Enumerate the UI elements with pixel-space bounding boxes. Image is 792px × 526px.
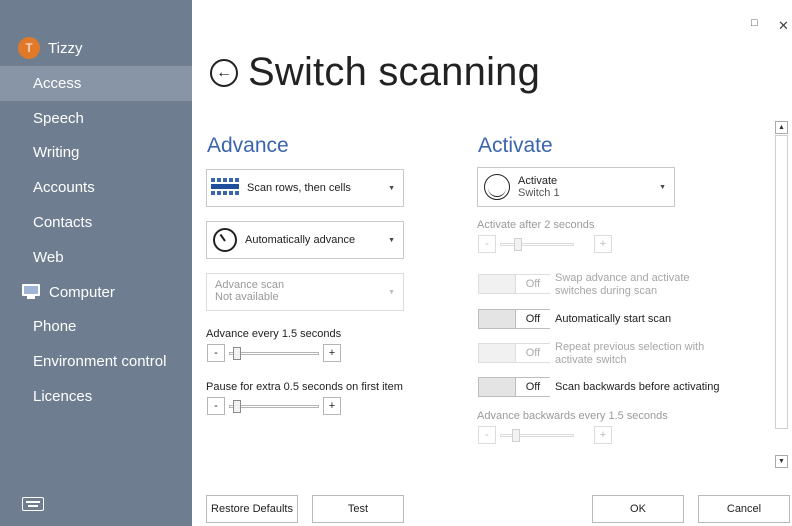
chevron-down-icon: ▼ (388, 237, 395, 244)
sidebar-item-speech[interactable]: Speech (0, 101, 192, 136)
decrease-button[interactable]: - (207, 344, 225, 362)
sidebar-item-licences[interactable]: Licences (0, 379, 192, 414)
sidebar-item-label: Phone (33, 318, 77, 336)
swap-switches-toggle: Off (478, 274, 550, 294)
slider-thumb[interactable] (233, 347, 241, 360)
back-arrow-icon[interactable]: ← (210, 58, 238, 87)
repeat-selection-toggle: Off (478, 343, 550, 363)
page-title: Switch scanning (248, 50, 541, 94)
scan-backwards-toggle[interactable]: Off (478, 377, 550, 397)
sidebar-item-environment-control[interactable]: Environment control (0, 344, 192, 379)
activate-after-slider: - + (478, 235, 612, 253)
chevron-down-icon: ▼ (659, 184, 666, 191)
ok-button[interactable]: OK (592, 495, 684, 523)
sidebar-item-computer[interactable]: Computer (0, 275, 192, 310)
auto-start-scan-label: Automatically start scan (555, 313, 672, 325)
sidebar-item-label: Speech (33, 109, 84, 127)
cancel-button[interactable]: Cancel (698, 495, 790, 523)
chevron-down-icon: ▼ (388, 185, 395, 192)
advance-mode-dropdown[interactable]: Automatically advance ▼ (206, 221, 404, 259)
computer-icon (21, 284, 41, 300)
scan-mode-dropdown[interactable]: Scan rows, then cells ▼ (206, 169, 404, 207)
sidebar-item-web[interactable]: Web (0, 240, 192, 275)
advance-every-label: Advance every 1.5 seconds (206, 328, 342, 340)
label-line: Swap advance and activate (555, 272, 690, 284)
toggle-state: Off (515, 275, 550, 293)
page-header: ← Switch scanning (210, 50, 540, 95)
slider-thumb (512, 429, 520, 442)
restore-defaults-button[interactable]: Restore Defaults (206, 495, 298, 523)
user-name: Tizzy (48, 39, 83, 57)
scroll-up-icon[interactable]: ▲ (775, 121, 788, 134)
increase-button[interactable]: + (323, 397, 341, 415)
test-button[interactable]: Test (312, 495, 404, 523)
chevron-down-icon: ▼ (388, 289, 395, 296)
decrease-button[interactable]: - (207, 397, 225, 415)
advance-scan-title: Advance scan (215, 279, 285, 291)
advance-mode-value: Automatically advance (245, 234, 356, 246)
slider-track[interactable] (229, 352, 319, 355)
timer-icon (213, 228, 237, 252)
scrollbar[interactable]: ▲ ▼ (775, 118, 789, 472)
advance-heading: Advance (207, 134, 289, 157)
sidebar-item-label: Accounts (33, 179, 95, 197)
sidebar-nav: Access Speech Writing Accounts Contacts … (0, 66, 192, 414)
slider-track[interactable] (229, 405, 319, 408)
slider-thumb[interactable] (233, 400, 241, 413)
pause-slider[interactable]: - + (207, 397, 341, 415)
advance-backwards-label: Advance backwards every 1.5 seconds (477, 410, 668, 422)
sidebar: T Tizzy Access Speech Writing Accounts C… (0, 0, 192, 526)
user-profile[interactable]: T Tizzy (18, 36, 82, 60)
sidebar-item-label: Access (33, 74, 82, 92)
toggle-state: Off (515, 310, 550, 328)
sidebar-item-contacts[interactable]: Contacts (0, 205, 192, 240)
keyboard-icon[interactable] (22, 497, 44, 511)
advance-scan-status: Not available (215, 291, 279, 303)
toggle-state: Off (515, 378, 550, 396)
activate-switch-value: Switch 1 (518, 187, 560, 199)
advance-scan-dropdown: Advance scan Not available ▼ (206, 273, 404, 311)
grid-icon (211, 178, 239, 198)
sidebar-item-access[interactable]: Access (0, 66, 192, 101)
activate-after-label: Activate after 2 seconds (477, 219, 595, 231)
toggle-state: Off (515, 344, 550, 362)
activate-switch-dropdown[interactable]: Activate Switch 1 ▼ (477, 167, 675, 207)
auto-start-scan-toggle[interactable]: Off (478, 309, 550, 329)
advance-backwards-slider: - + (478, 426, 612, 444)
switch-icon (484, 174, 510, 200)
avatar: T (18, 37, 40, 59)
increase-button: + (594, 235, 612, 253)
sidebar-item-phone[interactable]: Phone (0, 310, 192, 345)
sidebar-item-label: Computer (49, 283, 115, 301)
sidebar-item-writing[interactable]: Writing (0, 136, 192, 171)
maximize-button[interactable]: □ (751, 17, 758, 29)
sidebar-item-label: Writing (33, 144, 80, 162)
activate-switch-title: Activate (518, 175, 558, 187)
scan-mode-value: Scan rows, then cells (247, 182, 351, 194)
slider-track (500, 243, 574, 246)
scrollbar-thumb[interactable] (775, 135, 788, 429)
sidebar-item-accounts[interactable]: Accounts (0, 170, 192, 205)
repeat-selection-label: Repeat previous selection with activate … (555, 341, 704, 367)
close-button[interactable]: ✕ (778, 18, 789, 34)
sidebar-item-label: Licences (33, 388, 93, 406)
slider-thumb (514, 238, 522, 251)
increase-button: + (594, 426, 612, 444)
increase-button[interactable]: + (323, 344, 341, 362)
sidebar-item-label: Environment control (33, 353, 167, 371)
label-line: switches during scan (555, 285, 658, 297)
activate-heading: Activate (478, 134, 553, 157)
sidebar-item-label: Contacts (33, 214, 93, 232)
label-line: activate switch (555, 354, 627, 366)
label-line: Repeat previous selection with (555, 341, 705, 353)
decrease-button: - (478, 426, 496, 444)
sidebar-item-label: Web (33, 248, 64, 266)
advance-every-slider[interactable]: - + (207, 344, 341, 362)
pause-label: Pause for extra 0.5 seconds on first ite… (206, 381, 403, 393)
scan-backwards-label: Scan backwards before activating (555, 381, 720, 393)
swap-switches-label: Swap advance and activate switches durin… (555, 272, 690, 298)
decrease-button: - (478, 235, 496, 253)
scroll-down-icon[interactable]: ▼ (775, 455, 788, 468)
